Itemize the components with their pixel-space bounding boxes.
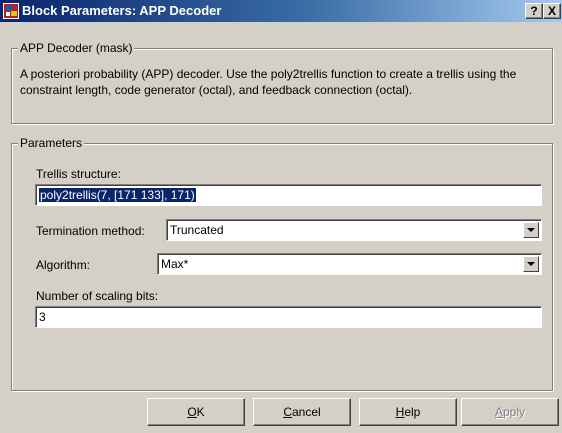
title-bar[interactable]: Block Parameters: APP Decoder ? X xyxy=(0,0,562,22)
trellis-structure-input[interactable]: poly2trellis(7, [171 133], 171) xyxy=(35,184,542,206)
ok-button[interactable]: OK xyxy=(147,398,245,426)
algorithm-label: Algorithm: xyxy=(36,258,91,272)
trellis-structure-label: Trellis structure: xyxy=(36,167,121,181)
chevron-down-icon[interactable] xyxy=(523,222,539,238)
window-title: Block Parameters: APP Decoder xyxy=(22,3,222,18)
cancel-button-label: Cancel xyxy=(283,405,321,419)
algorithm-value: Max* xyxy=(161,257,189,271)
trellis-structure-value: poly2trellis(7, [171 133], 171) xyxy=(39,188,196,202)
algorithm-dropdown[interactable]: Max* xyxy=(157,253,542,275)
dialog-window: Block Parameters: APP Decoder ? X APP De… xyxy=(0,0,562,433)
scaling-bits-label: Number of scaling bits: xyxy=(36,289,159,303)
scaling-bits-value: 3 xyxy=(39,310,46,324)
apply-button[interactable]: Apply xyxy=(461,398,559,426)
apply-button-label: Apply xyxy=(494,405,526,419)
help-button[interactable]: Help xyxy=(359,398,457,426)
ok-button-label: OK xyxy=(187,405,205,419)
chevron-down-icon[interactable] xyxy=(523,256,539,272)
parameters-group-label: Parameters xyxy=(18,136,85,150)
termination-method-dropdown[interactable]: Truncated xyxy=(166,219,542,241)
mask-description: A posteriori probability (APP) decoder. … xyxy=(20,67,517,97)
termination-method-value: Truncated xyxy=(170,223,224,237)
termination-method-label: Termination method: xyxy=(36,224,145,238)
simulink-block-icon xyxy=(3,3,19,19)
mask-group-label: APP Decoder (mask) xyxy=(18,41,135,55)
scaling-bits-input[interactable]: 3 xyxy=(35,306,542,328)
close-caption-button[interactable]: X xyxy=(543,3,561,19)
cancel-button[interactable]: Cancel xyxy=(253,398,351,426)
help-button-label: Help xyxy=(395,405,421,419)
help-caption-button[interactable]: ? xyxy=(525,3,543,19)
